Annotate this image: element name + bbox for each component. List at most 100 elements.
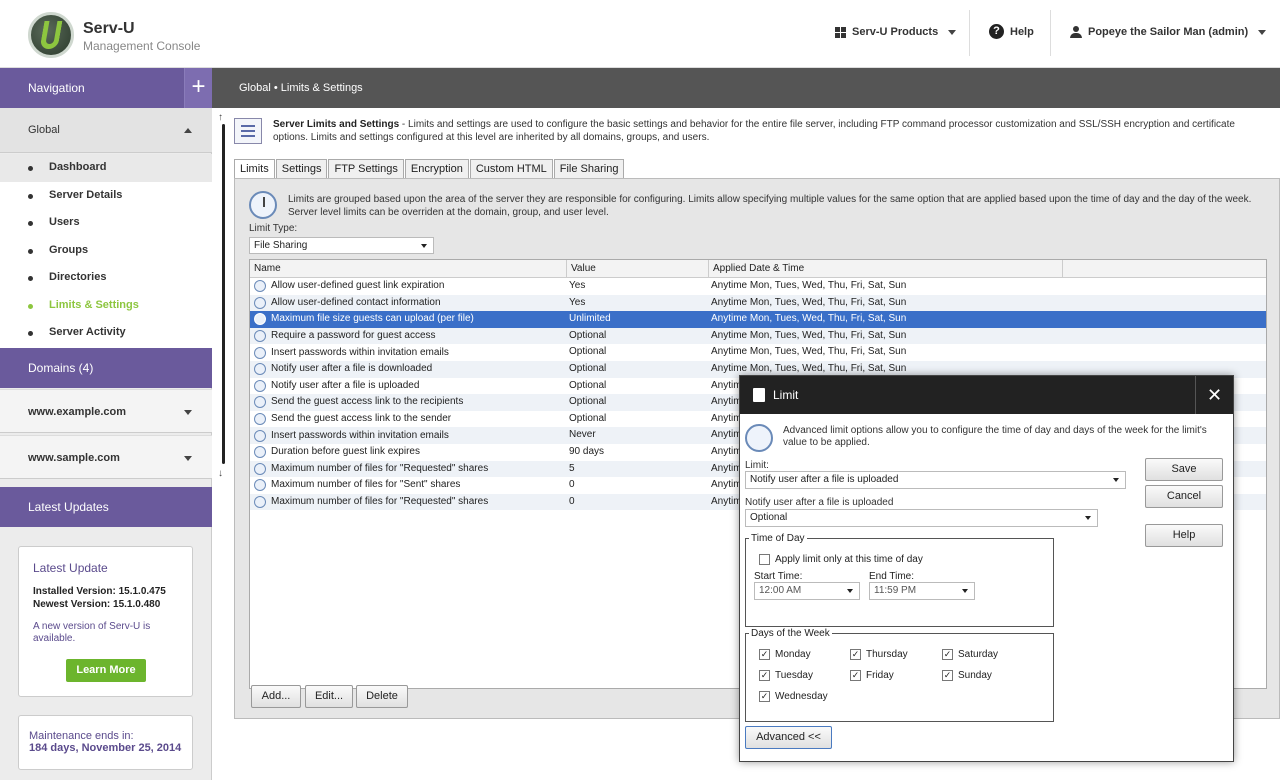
help-link[interactable]: ? Help bbox=[989, 24, 1034, 39]
tuesday-label: Tuesday bbox=[775, 670, 813, 681]
chevron-down-icon bbox=[1113, 478, 1119, 482]
tab-settings[interactable]: Settings bbox=[275, 159, 328, 178]
row-name: Duration before guest link expires bbox=[271, 446, 420, 458]
option-select-value: Optional bbox=[750, 512, 788, 523]
edit-button[interactable]: Edit... bbox=[305, 685, 353, 708]
update-message: A new version of Serv-U is available. bbox=[33, 621, 151, 644]
sidebar-item-users[interactable]: Users bbox=[0, 209, 212, 237]
chevron-down-icon bbox=[421, 244, 427, 248]
advanced-button[interactable]: Advanced << bbox=[745, 726, 832, 749]
page-title: Server Limits and Settings bbox=[273, 119, 400, 130]
domains-header[interactable]: Domains (4) bbox=[0, 348, 212, 388]
tab-ftp-settings[interactable]: FTP Settings bbox=[328, 159, 404, 178]
column-header-value[interactable]: Value bbox=[567, 260, 709, 277]
tuesday-checkbox[interactable]: ✓ bbox=[759, 670, 770, 681]
end-time-value: 11:59 PM bbox=[874, 585, 917, 596]
clock-icon bbox=[254, 296, 266, 309]
serv-u-products-menu[interactable]: Serv-U Products bbox=[835, 26, 957, 38]
products-label: Serv-U Products bbox=[852, 26, 939, 38]
row-name: Send the guest access link to the sender bbox=[271, 413, 452, 425]
limit-select[interactable]: Notify user after a file is uploaded bbox=[745, 471, 1126, 489]
user-icon bbox=[1070, 26, 1082, 38]
plus-icon[interactable]: + bbox=[184, 68, 212, 108]
user-menu[interactable]: Popeye the Sailor Man (admin) bbox=[1070, 26, 1267, 38]
monday-checkbox[interactable]: ✓ bbox=[759, 649, 770, 660]
help-label: Help bbox=[1010, 25, 1034, 38]
cell-name: Notify user after a file is downloaded bbox=[250, 361, 567, 378]
option-select[interactable]: Optional bbox=[745, 509, 1098, 527]
sidebar-item-limits-settings[interactable]: Limits & Settings bbox=[0, 292, 212, 320]
clock-icon bbox=[249, 191, 277, 219]
table-row[interactable]: Insert passwords within invitation email… bbox=[250, 344, 1266, 361]
clock-icon bbox=[254, 462, 266, 475]
tab-custom-html[interactable]: Custom HTML bbox=[469, 159, 553, 178]
row-name: Insert passwords within invitation email… bbox=[271, 346, 449, 358]
sidebar-item-dashboard[interactable]: Dashboard bbox=[0, 154, 212, 182]
column-header-applied[interactable]: Applied Date & Time bbox=[709, 260, 1063, 277]
sidebar-item-groups[interactable]: Groups bbox=[0, 237, 212, 265]
start-time-select[interactable]: 12:00 AM bbox=[754, 582, 860, 600]
cell-value: Optional bbox=[569, 329, 607, 341]
cell-name: Insert passwords within invitation email… bbox=[250, 344, 567, 361]
tab-bar: Limits Settings FTP Settings Encryption … bbox=[234, 159, 625, 179]
apply-time-checkbox[interactable] bbox=[759, 554, 770, 565]
table-row[interactable]: Maximum file size guests can upload (per… bbox=[250, 311, 1266, 328]
cell-name: Duration before guest link expires bbox=[250, 444, 567, 461]
close-icon[interactable]: ✕ bbox=[1195, 376, 1233, 414]
cell-value: Optional bbox=[569, 362, 607, 374]
table-row[interactable]: Allow user-defined guest link expiration… bbox=[250, 278, 1266, 295]
start-time-value: 12:00 AM bbox=[759, 585, 802, 596]
maintenance-label: Maintenance ends in: bbox=[29, 730, 134, 742]
wednesday-checkbox[interactable]: ✓ bbox=[759, 691, 770, 702]
end-time-select[interactable]: 11:59 PM bbox=[869, 582, 975, 600]
row-name: Notify user after a file is downloaded bbox=[271, 363, 433, 375]
tab-limits[interactable]: Limits bbox=[234, 159, 275, 179]
domain-item[interactable]: www.sample.com bbox=[0, 435, 212, 479]
saturday-checkbox[interactable]: ✓ bbox=[942, 649, 953, 660]
domain-item[interactable]: www.example.com bbox=[0, 389, 212, 433]
sidebar-item-server-details[interactable]: Server Details bbox=[0, 182, 212, 210]
row-name: Require a password for guest access bbox=[271, 330, 436, 342]
learn-more-button[interactable]: Learn More bbox=[66, 659, 146, 682]
add-button[interactable]: Add... bbox=[251, 685, 301, 708]
divider bbox=[1050, 10, 1051, 56]
chevron-down-icon bbox=[962, 589, 968, 593]
thursday-checkbox[interactable]: ✓ bbox=[850, 649, 861, 660]
vertical-scrollbar[interactable]: ↑ ↓ bbox=[218, 112, 228, 482]
cell-name: Send the guest access link to the recipi… bbox=[250, 394, 567, 411]
domain-label: www.example.com bbox=[28, 406, 127, 418]
top-header: Serv-U Management Console Serv-U Product… bbox=[0, 0, 1280, 68]
global-section-header[interactable]: Global bbox=[0, 108, 212, 153]
table-row[interactable]: Require a password for guest access Optio… bbox=[250, 327, 1266, 345]
maintenance-card: Maintenance ends in: 184 days, November … bbox=[18, 715, 193, 770]
delete-button[interactable]: Delete bbox=[356, 685, 408, 708]
scroll-thumb[interactable] bbox=[222, 124, 225, 464]
maintenance-value: 184 days, November 25, 2014 bbox=[29, 742, 182, 754]
save-button[interactable]: Save bbox=[1145, 458, 1223, 481]
clock-icon bbox=[254, 429, 266, 442]
column-header-name[interactable]: Name bbox=[250, 260, 567, 277]
clock-icon bbox=[254, 363, 266, 376]
arrow-up-icon[interactable]: ↑ bbox=[218, 112, 223, 123]
clock-icon bbox=[254, 396, 266, 409]
clock-icon bbox=[254, 413, 266, 426]
checklist-icon bbox=[234, 118, 262, 144]
arrow-down-icon[interactable]: ↓ bbox=[218, 468, 223, 479]
sidebar-item-server-activity[interactable]: Server Activity bbox=[0, 319, 212, 347]
limit-type-label: Limit Type: bbox=[249, 223, 298, 234]
table-row[interactable]: Allow user-defined contact information Ye… bbox=[250, 294, 1266, 312]
sunday-label: Sunday bbox=[958, 670, 992, 681]
tab-encryption[interactable]: Encryption bbox=[404, 159, 469, 178]
limit-type-select[interactable]: File Sharing bbox=[249, 237, 434, 254]
tab-file-sharing[interactable]: File Sharing bbox=[553, 159, 625, 178]
friday-checkbox[interactable]: ✓ bbox=[850, 670, 861, 681]
row-name: Maximum file size guests can upload (per… bbox=[271, 313, 474, 325]
cancel-button[interactable]: Cancel bbox=[1145, 485, 1223, 508]
help-button[interactable]: Help bbox=[1145, 524, 1223, 547]
sunday-checkbox[interactable]: ✓ bbox=[942, 670, 953, 681]
clock-icon bbox=[254, 496, 266, 509]
chevron-down-icon bbox=[184, 410, 192, 415]
cell-applied: Anytime Mon, Tues, Wed, Thu, Fri, Sat, S… bbox=[711, 346, 907, 358]
cell-value: Unlimited bbox=[569, 313, 611, 325]
sidebar-item-directories[interactable]: Directories bbox=[0, 264, 212, 292]
